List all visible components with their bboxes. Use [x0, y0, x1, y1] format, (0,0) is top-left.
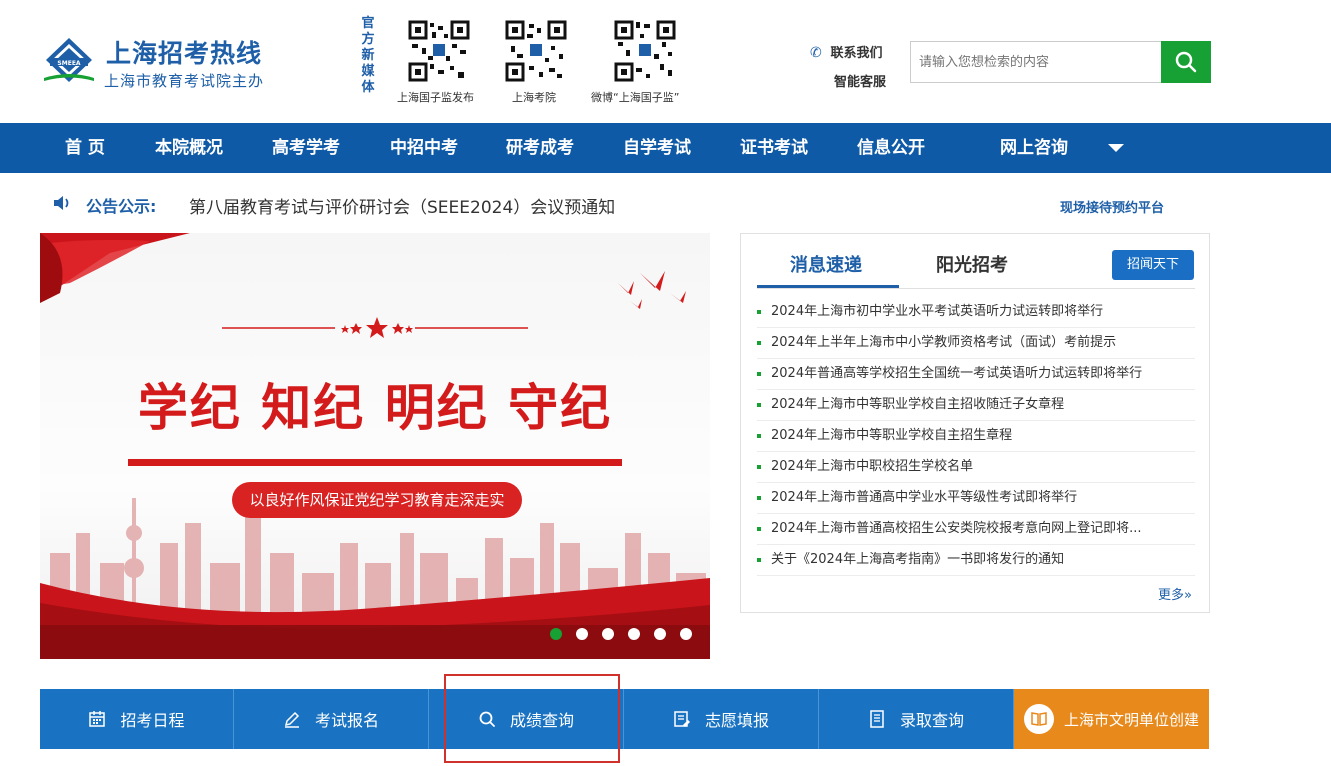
news-item[interactable]: 关于《2024年上海高考指南》一书即将发行的通知 — [757, 545, 1195, 576]
quick-access-bar: 招考日程 考试报名 成绩查询 志愿填报 录取查询 上海市文明单位创建 — [40, 689, 1209, 749]
carousel-dot[interactable] — [628, 628, 640, 640]
news-item[interactable]: 2024年上海市普通高校招生公安类院校报考意向网上登记即将... — [757, 514, 1195, 545]
tab-news-express[interactable]: 消息速递 — [790, 251, 862, 277]
quick-item-label: 录取查询 — [899, 711, 964, 730]
quick-item-label: 志愿填报 — [704, 711, 769, 730]
quick-item-label: 成绩查询 — [509, 711, 574, 730]
nav-item-self-study[interactable]: 自学考试 — [623, 123, 691, 173]
quick-item-registration[interactable]: 考试报名 — [234, 689, 429, 749]
news-list: 2024年上海市初中学业水平考试英语听力试运转即将举行 2024年上半年上海市中… — [757, 297, 1195, 576]
news-item[interactable]: 2024年普通高等学校招生全国统一考试英语听力试运转即将举行 — [757, 359, 1195, 390]
qr-code-icon — [614, 20, 676, 82]
appointment-platform-link[interactable]: 现场接待预约平台 — [1060, 197, 1164, 216]
site-title[interactable]: 上海招考热线 — [106, 34, 262, 70]
qr-code-icon — [408, 20, 470, 82]
quick-item-volunteer-fill[interactable]: 志愿填报 — [624, 689, 819, 749]
book-icon — [1023, 704, 1054, 734]
banner-headline: 学纪 知纪 明纪 守纪 — [137, 379, 613, 437]
contact-us-link[interactable]: ✆ 联系我们 — [810, 42, 883, 61]
search-input[interactable] — [911, 42, 1162, 82]
tab-divider — [757, 288, 1195, 289]
phone-icon: ✆ — [810, 45, 822, 61]
nav-item-zhongkao[interactable]: 中招中考 — [390, 123, 458, 173]
notice-link[interactable]: 第八届教育考试与评价研讨会（SEEE2024）会议预通知 — [189, 193, 615, 218]
nav-item-gaokao[interactable]: 高考学考 — [272, 123, 340, 173]
qr-caption: 上海国子监发布 — [397, 91, 474, 104]
tab-sunshine-admission[interactable]: 阳光招考 — [936, 251, 1008, 277]
quick-item-civilization-unit[interactable]: 上海市文明单位创建 — [1014, 689, 1209, 749]
quick-item-label: 招考日程 — [120, 711, 185, 730]
news-world-button[interactable]: 招闻天下 — [1112, 250, 1194, 280]
banner-image — [40, 233, 710, 659]
svg-text:SMEEA: SMEEA — [57, 60, 80, 67]
quick-item-schedule[interactable]: 招考日程 — [40, 689, 234, 749]
search-icon — [479, 711, 495, 727]
smart-service-link[interactable]: 智能客服 — [834, 71, 886, 90]
site-subtitle: 上海市教育考试院主办 — [104, 72, 265, 90]
quick-item-label: 考试报名 — [314, 711, 379, 730]
nav-item-home[interactable]: 首 页 — [65, 123, 105, 173]
banner-carousel[interactable]: 学纪 知纪 明纪 守纪 以良好作风保证党纪学习教育走深走实 — [40, 233, 710, 659]
quick-item-score-query[interactable]: 成绩查询 — [429, 689, 624, 749]
nav-item-certificate[interactable]: 证书考试 — [740, 123, 808, 173]
news-item[interactable]: 2024年上半年上海市中小学教师资格考试（面试）考前提示 — [757, 328, 1195, 359]
news-item[interactable]: 2024年上海市中职校招生学校名单 — [757, 452, 1195, 483]
nav-item-postgrad[interactable]: 研考成考 — [506, 123, 574, 173]
document-icon — [870, 710, 884, 728]
chevron-down-icon[interactable] — [1108, 144, 1124, 152]
nav-item-online-consult[interactable]: 网上咨询 — [1000, 123, 1068, 173]
carousel-dot[interactable] — [576, 628, 588, 640]
search-field-wrapper — [910, 41, 1162, 83]
smeea-logo-icon[interactable]: SMEEA — [42, 36, 96, 86]
main-nav: 首 页 本院概况 高考学考 中招中考 研考成考 自学考试 证书考试 信息公开 网… — [0, 123, 1331, 173]
pen-icon — [284, 711, 300, 728]
speaker-icon — [54, 196, 69, 210]
banner-slogan-pill: 以良好作风保证党纪学习教育走深走实 — [232, 482, 522, 518]
news-item[interactable]: 2024年上海市普通高中学业水平等级性考试即将举行 — [757, 483, 1195, 514]
qr-caption: 微博“上海国子监” — [591, 91, 680, 104]
qr-code-icon — [505, 20, 567, 82]
search-icon — [1175, 51, 1197, 73]
quick-item-label: 上海市文明单位创建 — [1063, 710, 1199, 729]
active-tab-indicator — [757, 285, 899, 288]
carousel-dot[interactable] — [550, 628, 562, 640]
news-item[interactable]: 2024年上海市中等职业学校自主招生章程 — [757, 421, 1195, 452]
official-media-label: 官方新媒体 — [361, 16, 375, 95]
news-panel: 消息速递 阳光招考 招闻天下 2024年上海市初中学业水平考试英语听力试运转即将… — [740, 233, 1210, 613]
search-button[interactable] — [1161, 41, 1211, 83]
carousel-dot[interactable] — [602, 628, 614, 640]
carousel-dot[interactable] — [680, 628, 692, 640]
nav-item-about[interactable]: 本院概况 — [155, 123, 223, 173]
quick-item-admission-query[interactable]: 录取查询 — [819, 689, 1014, 749]
nav-item-info-disclosure[interactable]: 信息公开 — [857, 123, 925, 173]
carousel-dot[interactable] — [654, 628, 666, 640]
calendar-icon — [89, 711, 106, 727]
contact-label: 联系我们 — [830, 46, 883, 61]
more-link[interactable]: 更多» — [1158, 584, 1192, 603]
news-item[interactable]: 2024年上海市中等职业学校自主招收随迁子女章程 — [757, 390, 1195, 421]
site-header: SMEEA 上海招考热线 上海市教育考试院主办 官方新媒体 上海国子监发布 上海… — [0, 0, 1331, 123]
news-item[interactable]: 2024年上海市初中学业水平考试英语听力试运转即将举行 — [757, 297, 1195, 328]
banner-slogan: 以良好作风保证党纪学习教育走深走实 — [249, 491, 505, 509]
qr-caption: 上海考院 — [512, 91, 556, 104]
notice-label: 公告公示: — [86, 197, 157, 216]
form-edit-icon — [674, 711, 690, 727]
